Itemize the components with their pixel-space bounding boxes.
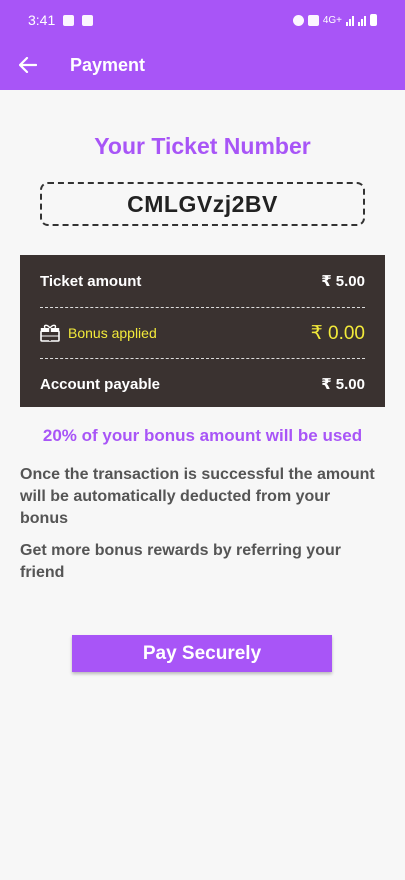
ticket-number: CMLGVzj2BV [127,190,278,217]
pay-securely-button[interactable]: Pay Securely [72,635,332,672]
signal-icon-2 [358,15,366,26]
message-icon [82,14,94,26]
battery-icon [370,14,377,26]
back-button[interactable] [16,53,40,77]
status-right: 4G+ [292,14,377,26]
ticket-amount-row: Ticket amount ₹ 5.00 [40,255,365,307]
ticket-amount-label: Ticket amount [40,272,142,290]
app-bar: Payment [0,40,405,90]
referral-info: Get more bonus rewards by referring your… [20,542,341,581]
bonus-value: ₹ 0.00 [310,322,365,344]
payable-value: ₹ 5.00 [321,376,365,393]
arrow-left-icon [19,57,37,73]
mute-icon [307,14,319,26]
status-time: 3:41 [28,12,56,28]
payable-label: Account payable [40,375,161,393]
alarm-icon [292,14,304,26]
payment-summary: Ticket amount ₹ 5.00 Bonus applied ₹ 0.0… [20,255,385,407]
bonus-row: Bonus applied ₹ 0.00 [40,308,365,358]
ticket-amount-value: ₹ 5.00 [321,273,365,290]
gift-icon [40,324,62,342]
payable-row: Account payable ₹ 5.00 [40,359,365,409]
notification-icon [63,14,75,26]
network-type: 4G+ [322,14,342,26]
ticket-heading: Your Ticket Number [94,133,311,159]
page-title: Payment [70,54,146,75]
signal-icon [346,15,354,26]
status-bar: 3:41 4G+ [0,0,405,40]
transaction-info: Once the transaction is successful the a… [20,466,375,527]
bonus-label: Bonus applied [68,325,157,341]
bonus-label-group: Bonus applied [40,324,157,342]
bonus-note: 20% of your bonus amount will be used [42,426,363,445]
status-left: 3:41 [28,12,94,28]
ticket-number-box: CMLGVzj2BV [40,182,365,226]
